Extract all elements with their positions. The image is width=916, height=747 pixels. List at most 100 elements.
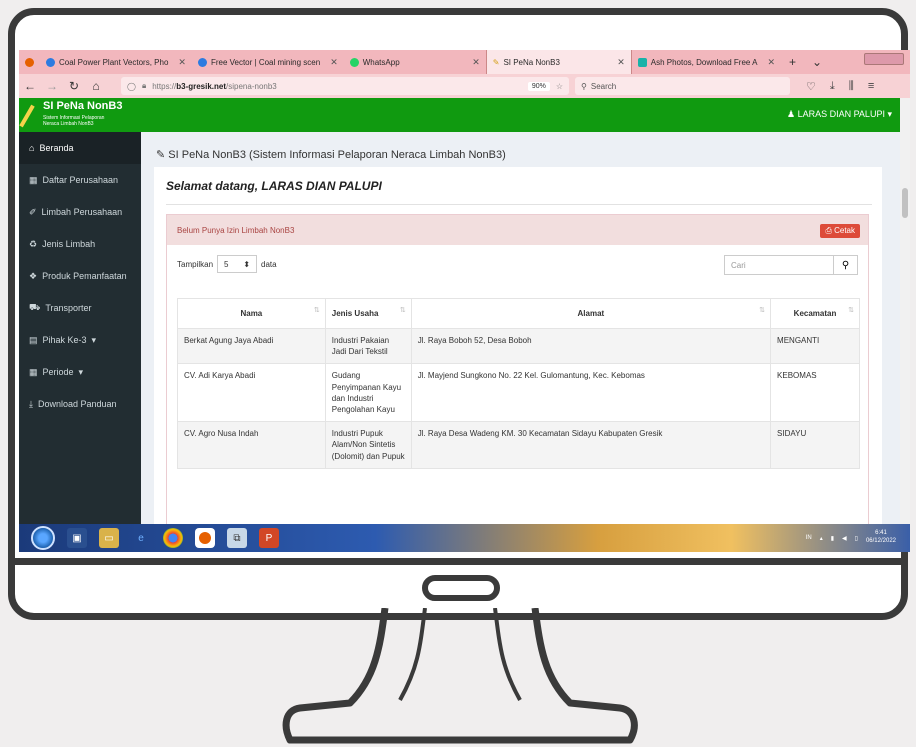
monitor-mockup: Coal Power Plant Vectors, Pho ✕ Free Vect… (0, 0, 916, 747)
close-icon[interactable]: ✕ (617, 57, 625, 68)
caret-down-icon: ▾ (887, 109, 892, 119)
zoom-level[interactable]: 90% (527, 81, 550, 91)
building-icon: ▦ (29, 174, 38, 185)
cell-nama: CV. Adi Karya Abadi (177, 363, 326, 423)
window-controls[interactable] (864, 53, 904, 65)
sidebar-item-transporter[interactable]: ⛟ Transporter (19, 292, 141, 324)
cell-jenis-usaha: Gudang Penyimpanan Kayu dan Industri Pen… (324, 363, 412, 423)
sidebar-item-download-panduan[interactable]: ⤓ Download Panduan (19, 388, 141, 420)
cell-kecamatan: MENGANTI (770, 327, 860, 365)
tab-ash-photos[interactable]: Ash Photos, Download Free A ✕ (632, 50, 781, 74)
sidebar: ⌂ Beranda ▦ Daftar Perusahaan ✐ Limbah Peru… (19, 132, 141, 552)
print-button[interactable]: ⎙ Cetak (820, 224, 860, 238)
language-indicator[interactable]: IN (806, 535, 812, 541)
updown-icon: ⬍ (243, 259, 251, 269)
sidebar-item-beranda[interactable]: ⌂ Beranda (19, 132, 141, 164)
folder-icon[interactable]: ▭ (99, 528, 119, 548)
tab-sipena[interactable]: ✎ SI PeNa NonB3 ✕ (485, 50, 632, 74)
tab-coal-power[interactable]: Coal Power Plant Vectors, Pho ✕ (40, 50, 192, 74)
firefox-menu-icon[interactable] (19, 50, 40, 74)
downloads-icon[interactable]: ⤓ (830, 80, 835, 93)
column-header-jenis-usaha[interactable]: Jenis Usaha ⇅ (324, 298, 412, 329)
app-logo[interactable]: SI PeNa NonB3 Sistem Informasi Pelaporan… (19, 100, 163, 130)
sidebar-item-limbah-perusahaan[interactable]: ✐ Limbah Perusahaan (19, 196, 141, 228)
chrome-icon[interactable] (163, 528, 183, 548)
windows-taskbar: ▣ ▭ e ⧉ P IN ▴ ▮ ◀ ▯ 6:41 06/12/2022 (19, 524, 910, 552)
powerpoint-icon[interactable]: P (259, 528, 279, 548)
battery-icon[interactable]: ▯ (855, 535, 858, 542)
cube-icon: ❖ (29, 270, 38, 281)
monitor-bezel-line (8, 558, 908, 565)
truck-icon: ⛟ (29, 302, 41, 312)
sidebar-item-produk-pemanfaatan[interactable]: ❖ Produk Pemanfaatan (19, 260, 141, 292)
library-icon[interactable]: ⫼ (849, 80, 854, 93)
network-app-icon[interactable]: ⧉ (227, 528, 247, 548)
table-controls: Tampilkan 5 ⬍ data Cari ⚲ (167, 245, 868, 293)
pocket-icon[interactable]: ♡ (806, 80, 816, 93)
calendar-icon: ▦ (29, 366, 38, 377)
app-header: SI PeNa NonB3 Sistem Informasi Pelaporan… (19, 98, 910, 132)
start-button[interactable] (31, 526, 55, 550)
url-bar[interactable]: ◯ 🔒︎ https://b3-gresik.net/sipena-nonb3 … (121, 77, 569, 95)
media-player-icon[interactable]: ▣ (67, 528, 87, 548)
whatsapp-icon (349, 57, 359, 67)
freepik-icon (46, 57, 55, 67)
sidebar-item-periode[interactable]: ▦ Periode ▾ (19, 356, 141, 388)
browser-search-input[interactable]: ⚲ Search (575, 77, 790, 95)
clock[interactable]: 6:41 06/12/2022 (866, 530, 896, 546)
firefox-icon[interactable] (195, 528, 215, 548)
page-length: Tampilkan 5 ⬍ data (177, 255, 277, 273)
page-scrollbar[interactable] (900, 98, 910, 552)
table-row[interactable]: CV. Agro Nusa Indah Industri Pupuk Alam/… (177, 421, 860, 469)
forward-arrow-icon[interactable]: → (41, 79, 63, 93)
search-button[interactable]: ⚲ (834, 255, 858, 275)
tab-list-chevron-icon[interactable]: ⌄ (812, 55, 822, 69)
reload-icon[interactable]: ↻ (63, 79, 85, 93)
user-menu[interactable]: ♟ LARAS DIAN PALUPI ▾ (787, 109, 892, 120)
pexels-icon (637, 57, 647, 67)
browser-tab-bar: Coal Power Plant Vectors, Pho ✕ Free Vect… (19, 50, 910, 74)
close-icon[interactable]: ✕ (330, 57, 338, 68)
welcome-heading: Selamat datang, LARAS DIAN PALUPI (166, 179, 382, 193)
tab-whatsapp[interactable]: WhatsApp ✕ (344, 50, 486, 74)
tab-coal-mining[interactable]: Free Vector | Coal mining scen ✕ (192, 50, 344, 74)
table-row[interactable]: CV. Adi Karya Abadi Gudang Penyimpanan K… (177, 363, 860, 423)
panel-heading: Belum Punya Izin Limbah NonB3 ⎙ Cetak (167, 215, 868, 245)
column-header-kecamatan[interactable]: Kecamatan ⇅ (770, 298, 860, 329)
company-table: Nama ⇅ Jenis Usaha ⇅ Alamat ⇅ Kecamatan ⇅ Be… (177, 298, 860, 469)
monitor-power-button (422, 575, 500, 601)
back-arrow-icon[interactable]: ← (19, 79, 41, 93)
flag-icon[interactable]: ▴ (820, 535, 823, 542)
recycle-icon: ♻ (29, 238, 38, 249)
column-header-nama[interactable]: Nama ⇅ (177, 298, 326, 329)
ie-icon[interactable]: e (131, 528, 151, 548)
cell-nama: Berkat Agung Jaya Abadi (177, 327, 326, 365)
close-icon[interactable]: ✕ (472, 57, 480, 68)
search-input[interactable]: Cari (724, 255, 834, 275)
home-icon[interactable]: ⌂ (85, 79, 107, 93)
volume-icon[interactable]: ◀ (842, 535, 847, 542)
close-icon[interactable]: ✕ (767, 57, 775, 68)
sidebar-item-pihak-ke-3[interactable]: ▤ Pihak Ke-3 ▾ (19, 324, 141, 356)
signal-icon[interactable]: ▮ (831, 535, 834, 542)
sidebar-item-daftar-perusahaan[interactable]: ▦ Daftar Perusahaan (19, 164, 141, 196)
sidebar-item-jenis-limbah[interactable]: ♻ Jenis Limbah (19, 228, 141, 260)
print-icon: ⎙ (825, 226, 832, 235)
caret-down-icon: ▾ (78, 366, 84, 377)
main-content: ✎ SI PeNa NonB3 (Sistem Informasi Pelapo… (141, 132, 900, 552)
search-icon: ⚲ (841, 259, 850, 271)
table-row[interactable]: Berkat Agung Jaya Abadi Industri Pakaian… (177, 327, 860, 365)
new-tab-button[interactable]: + (789, 55, 796, 69)
scrollbar-thumb[interactable] (902, 188, 908, 218)
page-length-select[interactable]: 5 ⬍ (217, 255, 258, 273)
monitor-stand (282, 608, 638, 744)
bookmark-star-icon[interactable]: ☆ (556, 82, 563, 91)
download-icon: ⤓ (29, 398, 33, 409)
cell-alamat: Jl. Raya Desa Wadeng KM. 30 Kecamatan Si… (410, 421, 772, 469)
menu-icon[interactable]: ≡ (868, 80, 874, 93)
column-header-alamat[interactable]: Alamat ⇅ (410, 298, 772, 329)
browser-nav-bar: ← → ↻ ⌂ ◯ 🔒︎ https://b3-gresik.net/sipen… (19, 74, 910, 98)
close-icon[interactable]: ✕ (178, 57, 186, 68)
cell-kecamatan: KEBOMAS (770, 363, 860, 423)
cell-nama: CV. Agro Nusa Indah (177, 421, 326, 469)
